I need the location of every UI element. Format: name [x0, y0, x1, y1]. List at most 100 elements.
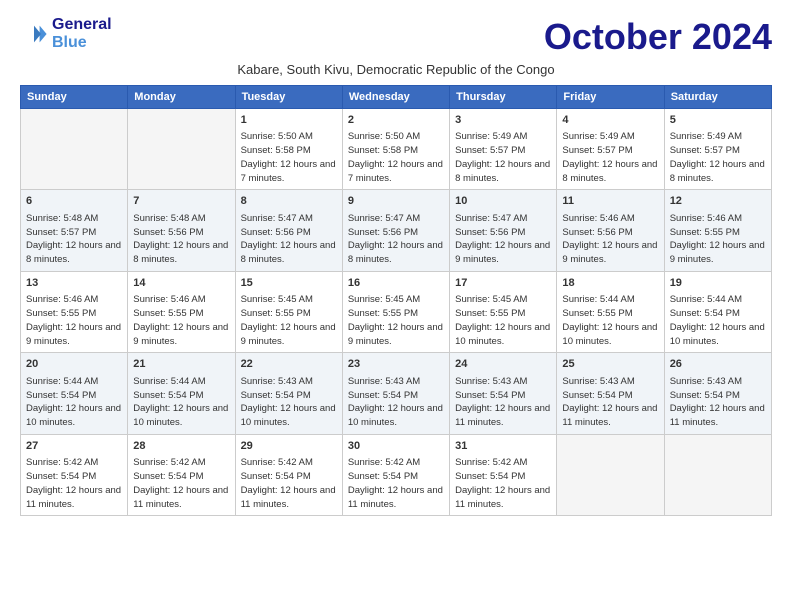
day-info: Sunrise: 5:43 AM Sunset: 5:54 PM Dayligh… — [348, 375, 444, 430]
calendar-cell: 16 Sunrise: 5:45 AM Sunset: 5:55 PM Dayli… — [342, 271, 449, 352]
calendar-cell: 31 Sunrise: 5:42 AM Sunset: 5:54 PM Dayli… — [450, 434, 557, 515]
calendar-week-row: 1 Sunrise: 5:50 AM Sunset: 5:58 PM Daylig… — [21, 109, 772, 190]
calendar-week-row: 20Sunrise: 5:44 AM Sunset: 5:54 PM Dayli… — [21, 353, 772, 434]
day-number: 7 — [133, 194, 229, 209]
day-info: Sunrise: 5:47 AM Sunset: 5:56 PM Dayligh… — [348, 212, 444, 267]
day-number: 19 — [670, 276, 766, 291]
calendar-cell: 28 Sunrise: 5:42 AM Sunset: 5:54 PM Dayli… — [128, 434, 235, 515]
header-monday: Monday — [128, 86, 235, 109]
day-info: Sunrise: 5:50 AM Sunset: 5:58 PM Dayligh… — [241, 130, 337, 185]
calendar-cell: 22Sunrise: 5:43 AM Sunset: 5:54 PM Dayli… — [235, 353, 342, 434]
day-info: Sunrise: 5:45 AM Sunset: 5:55 PM Dayligh… — [455, 293, 551, 348]
day-number: 2 — [348, 113, 444, 128]
day-info: Sunrise: 5:46 AM Sunset: 5:56 PM Dayligh… — [562, 212, 658, 267]
calendar-cell: 2 Sunrise: 5:50 AM Sunset: 5:58 PM Daylig… — [342, 109, 449, 190]
header-tuesday: Tuesday — [235, 86, 342, 109]
day-info: Sunrise: 5:46 AM Sunset: 5:55 PM Dayligh… — [26, 293, 122, 348]
calendar-subtitle: Kabare, South Kivu, Democratic Republic … — [20, 62, 772, 77]
calendar-cell: 6 Sunrise: 5:48 AM Sunset: 5:57 PM Daylig… — [21, 190, 128, 271]
day-info: Sunrise: 5:42 AM Sunset: 5:54 PM Dayligh… — [455, 456, 551, 511]
calendar-cell: 12 Sunrise: 5:46 AM Sunset: 5:55 PM Dayli… — [664, 190, 771, 271]
day-info: Sunrise: 5:47 AM Sunset: 5:56 PM Dayligh… — [241, 212, 337, 267]
day-info: Sunrise: 5:49 AM Sunset: 5:57 PM Dayligh… — [562, 130, 658, 185]
calendar-cell — [664, 434, 771, 515]
day-info: Sunrise: 5:44 AM Sunset: 5:54 PM Dayligh… — [26, 375, 122, 430]
calendar-week-row: 13 Sunrise: 5:46 AM Sunset: 5:55 PM Dayli… — [21, 271, 772, 352]
day-number: 6 — [26, 194, 122, 209]
day-number: 13 — [26, 276, 122, 291]
day-number: 23 — [348, 357, 444, 372]
calendar-cell — [128, 109, 235, 190]
day-number: 5 — [670, 113, 766, 128]
day-info: Sunrise: 5:43 AM Sunset: 5:54 PM Dayligh… — [455, 375, 551, 430]
calendar-cell: 1 Sunrise: 5:50 AM Sunset: 5:58 PM Daylig… — [235, 109, 342, 190]
calendar-cell — [21, 109, 128, 190]
day-info: Sunrise: 5:42 AM Sunset: 5:54 PM Dayligh… — [348, 456, 444, 511]
header-wednesday: Wednesday — [342, 86, 449, 109]
calendar-cell: 24 Sunrise: 5:43 AM Sunset: 5:54 PM Dayli… — [450, 353, 557, 434]
calendar-cell: 18 Sunrise: 5:44 AM Sunset: 5:55 PM Dayli… — [557, 271, 664, 352]
day-info: Sunrise: 5:44 AM Sunset: 5:55 PM Dayligh… — [562, 293, 658, 348]
day-number: 10 — [455, 194, 551, 209]
day-number: 30 — [348, 439, 444, 454]
header-thursday: Thursday — [450, 86, 557, 109]
day-number: 8 — [241, 194, 337, 209]
day-number: 31 — [455, 439, 551, 454]
calendar-cell: 9 Sunrise: 5:47 AM Sunset: 5:56 PM Daylig… — [342, 190, 449, 271]
calendar-week-row: 27 Sunrise: 5:42 AM Sunset: 5:54 PM Dayli… — [21, 434, 772, 515]
day-number: 18 — [562, 276, 658, 291]
day-info: Sunrise: 5:42 AM Sunset: 5:54 PM Dayligh… — [26, 456, 122, 511]
day-number: 21 — [133, 357, 229, 372]
calendar-cell: 11 Sunrise: 5:46 AM Sunset: 5:56 PM Dayli… — [557, 190, 664, 271]
day-info: Sunrise: 5:43 AM Sunset: 5:54 PM Dayligh… — [241, 375, 337, 430]
page-header: General Blue October 2024 — [20, 16, 772, 58]
day-number: 4 — [562, 113, 658, 128]
calendar-cell: 26 Sunrise: 5:43 AM Sunset: 5:54 PM Dayli… — [664, 353, 771, 434]
header-friday: Friday — [557, 86, 664, 109]
logo-icon — [20, 20, 48, 48]
day-number: 1 — [241, 113, 337, 128]
calendar-cell: 15Sunrise: 5:45 AM Sunset: 5:55 PM Dayli… — [235, 271, 342, 352]
calendar-cell: 10Sunrise: 5:47 AM Sunset: 5:56 PM Dayli… — [450, 190, 557, 271]
calendar-cell — [557, 434, 664, 515]
calendar-cell: 20Sunrise: 5:44 AM Sunset: 5:54 PM Dayli… — [21, 353, 128, 434]
month-title: October 2024 — [544, 16, 772, 58]
calendar-cell: 30 Sunrise: 5:42 AM Sunset: 5:54 PM Dayli… — [342, 434, 449, 515]
day-info: Sunrise: 5:42 AM Sunset: 5:54 PM Dayligh… — [133, 456, 229, 511]
day-number: 28 — [133, 439, 229, 454]
day-info: Sunrise: 5:44 AM Sunset: 5:54 PM Dayligh… — [133, 375, 229, 430]
calendar-table: SundayMondayTuesdayWednesdayThursdayFrid… — [20, 85, 772, 516]
day-number: 16 — [348, 276, 444, 291]
day-info: Sunrise: 5:48 AM Sunset: 5:56 PM Dayligh… — [133, 212, 229, 267]
day-number: 27 — [26, 439, 122, 454]
day-number: 9 — [348, 194, 444, 209]
day-number: 24 — [455, 357, 551, 372]
day-number: 11 — [562, 194, 658, 209]
day-number: 14 — [133, 276, 229, 291]
day-number: 17 — [455, 276, 551, 291]
day-info: Sunrise: 5:48 AM Sunset: 5:57 PM Dayligh… — [26, 212, 122, 267]
calendar-cell: 4 Sunrise: 5:49 AM Sunset: 5:57 PM Daylig… — [557, 109, 664, 190]
logo-text: General Blue — [52, 16, 112, 51]
day-info: Sunrise: 5:45 AM Sunset: 5:55 PM Dayligh… — [348, 293, 444, 348]
header-sunday: Sunday — [21, 86, 128, 109]
day-info: Sunrise: 5:46 AM Sunset: 5:55 PM Dayligh… — [670, 212, 766, 267]
day-info: Sunrise: 5:50 AM Sunset: 5:58 PM Dayligh… — [348, 130, 444, 185]
calendar-cell: 27 Sunrise: 5:42 AM Sunset: 5:54 PM Dayli… — [21, 434, 128, 515]
day-number: 25 — [562, 357, 658, 372]
calendar-cell: 23 Sunrise: 5:43 AM Sunset: 5:54 PM Dayli… — [342, 353, 449, 434]
day-number: 15 — [241, 276, 337, 291]
calendar-cell: 19Sunrise: 5:44 AM Sunset: 5:54 PM Dayli… — [664, 271, 771, 352]
calendar-cell: 14 Sunrise: 5:46 AM Sunset: 5:55 PM Dayli… — [128, 271, 235, 352]
calendar-cell: 8 Sunrise: 5:47 AM Sunset: 5:56 PM Daylig… — [235, 190, 342, 271]
calendar-cell: 7 Sunrise: 5:48 AM Sunset: 5:56 PM Daylig… — [128, 190, 235, 271]
calendar-cell: 29Sunrise: 5:42 AM Sunset: 5:54 PM Dayli… — [235, 434, 342, 515]
day-number: 3 — [455, 113, 551, 128]
calendar-cell: 5Sunrise: 5:49 AM Sunset: 5:57 PM Daylig… — [664, 109, 771, 190]
day-info: Sunrise: 5:43 AM Sunset: 5:54 PM Dayligh… — [670, 375, 766, 430]
day-number: 12 — [670, 194, 766, 209]
calendar-cell: 13 Sunrise: 5:46 AM Sunset: 5:55 PM Dayli… — [21, 271, 128, 352]
day-info: Sunrise: 5:46 AM Sunset: 5:55 PM Dayligh… — [133, 293, 229, 348]
day-number: 26 — [670, 357, 766, 372]
header-saturday: Saturday — [664, 86, 771, 109]
